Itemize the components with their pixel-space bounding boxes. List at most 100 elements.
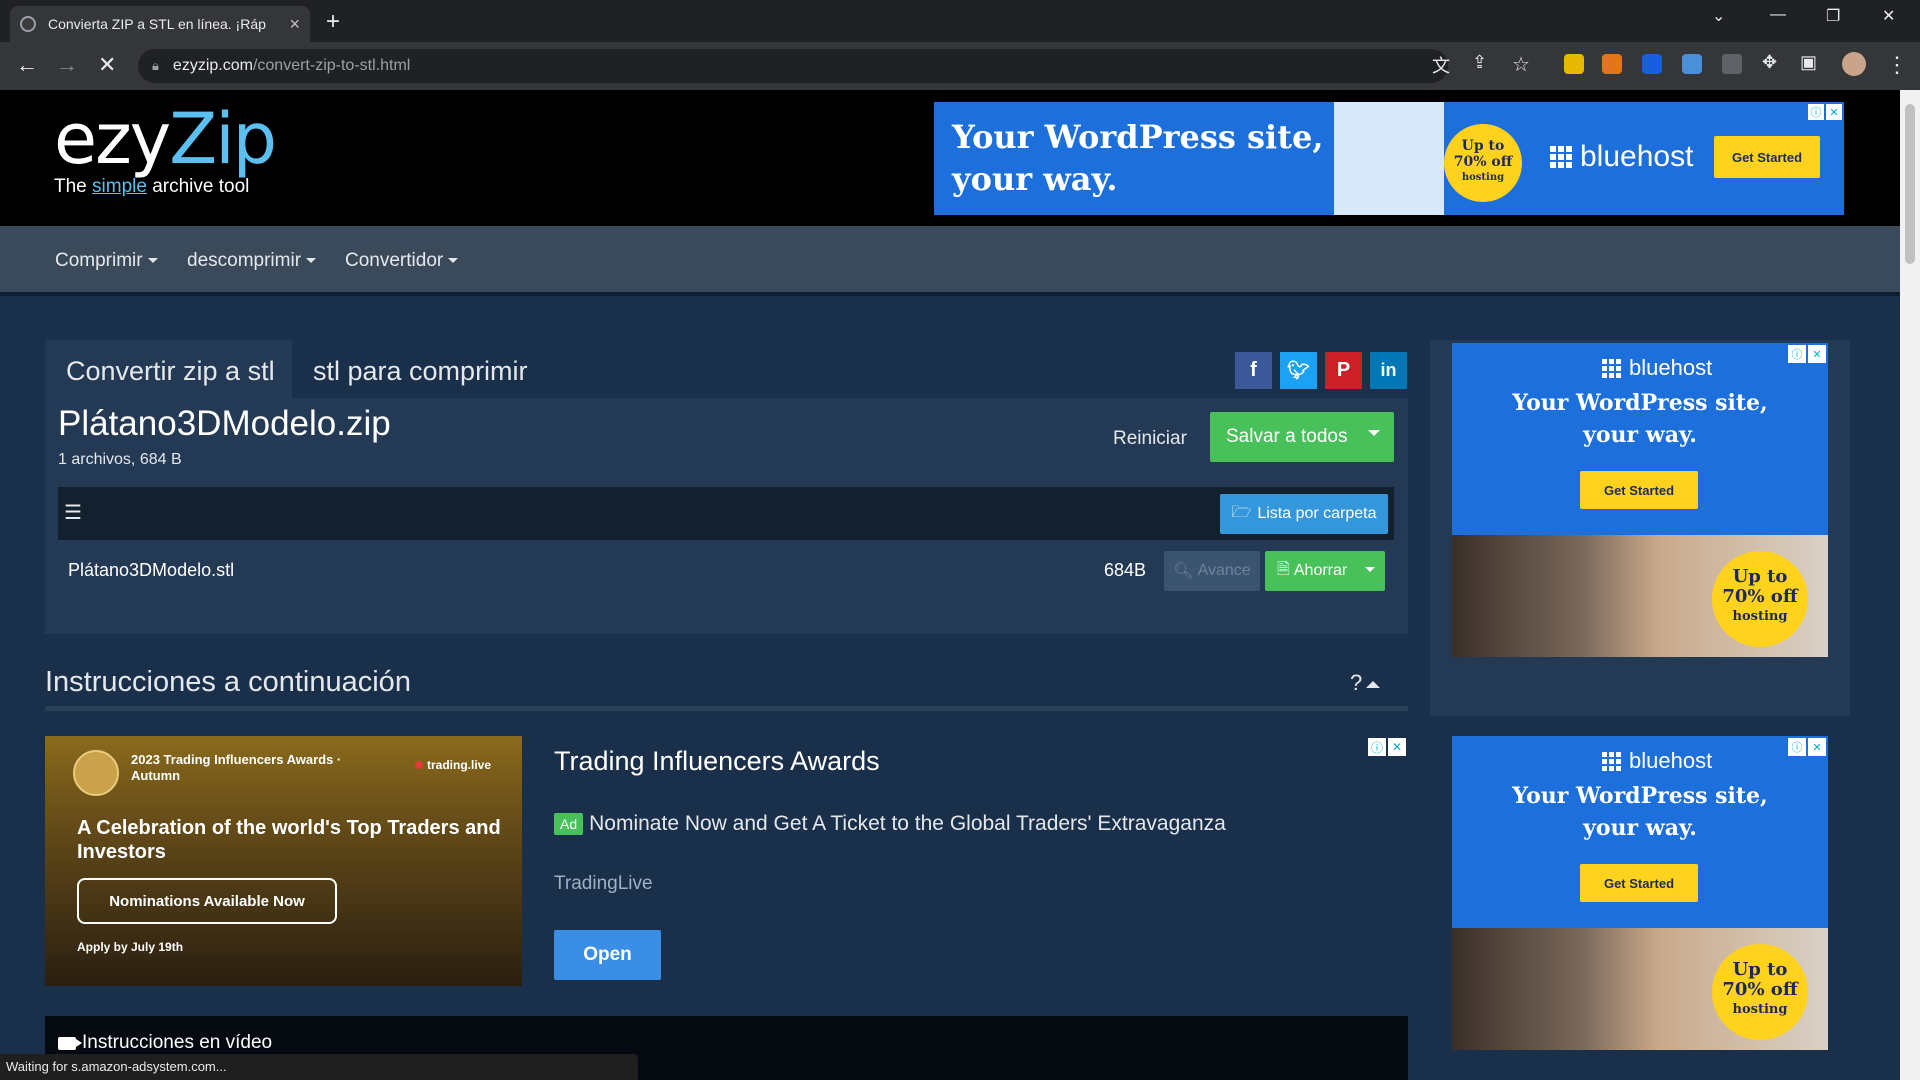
ad-close-icon[interactable]: ✕ <box>1808 738 1826 756</box>
native-ad-open-button[interactable]: Open <box>554 930 661 980</box>
preview-label: Avance <box>1197 562 1251 579</box>
sidebar-ad-1[interactable]: bluehost Your WordPress site, your way. … <box>1452 343 1828 657</box>
profile-avatar[interactable] <box>1842 52 1866 76</box>
extension-1-icon[interactable] <box>1564 54 1584 74</box>
native-ad-image[interactable]: 2023 Trading Influencers Awards · Autumn… <box>45 736 522 986</box>
bluehost-brand: bluehost <box>1629 748 1713 773</box>
scrollbar-thumb[interactable] <box>1905 104 1915 264</box>
site-logo[interactable]: ezyZip The simple archive tool <box>54 104 277 198</box>
minimize-icon[interactable]: — <box>1770 6 1786 24</box>
native-img-cta: Nominations Available Now <box>77 878 337 924</box>
url-host: ezyzip.com <box>172 57 253 74</box>
linkedin-icon[interactable]: in <box>1370 352 1407 389</box>
badge-line2: 70% off <box>1722 586 1798 607</box>
nav-comprimir[interactable]: Comprimir <box>55 250 158 272</box>
restore-icon[interactable]: ❐ <box>1826 6 1840 26</box>
translate-icon[interactable]: 文 <box>1432 52 1450 78</box>
ad-info-icon[interactable]: ⓘ <box>1368 738 1386 756</box>
lock-icon[interactable]: 🔒︎ <box>152 58 159 74</box>
tagline-post: archive tool <box>146 176 250 197</box>
extensions-puzzle-icon[interactable]: ✥ <box>1762 52 1777 73</box>
browser-menu-icon[interactable]: ⋮ <box>1886 52 1908 78</box>
close-window-icon[interactable]: ✕ <box>1882 6 1895 26</box>
download-extension-icon[interactable] <box>1722 54 1742 74</box>
archive-filename: Plátano3DModelo.zip <box>58 404 391 443</box>
reset-button[interactable]: Reiniciar <box>1113 428 1187 450</box>
list-view-icon[interactable]: ☰ <box>64 500 82 525</box>
side-panel-icon[interactable]: ▣ <box>1800 52 1817 73</box>
back-icon[interactable]: ← <box>16 52 38 78</box>
archive-meta: 1 archivos, 684 B <box>58 451 182 468</box>
new-tab-icon[interactable]: + <box>326 8 340 36</box>
bluehost-logo: bluehost <box>1602 748 1712 774</box>
save-file-button[interactable]: 🗎︎ Ahorrar <box>1265 551 1385 591</box>
preview-button[interactable]: 🔍︎ Avance <box>1164 551 1260 591</box>
tab-zip-to-stl[interactable]: Convertir zip a stl <box>45 340 292 398</box>
native-ad-title[interactable]: Trading Influencers Awards <box>554 746 880 777</box>
save-all-button[interactable]: Salvar a todos <box>1210 412 1394 462</box>
nav-convertidor[interactable]: Convertidor <box>345 250 458 272</box>
browser-tab-strip: Convierta ZIP a STL en línea. ¡Ráp × + ⌄… <box>0 0 1920 42</box>
bluehost-banner-ad[interactable]: Your WordPress site, your way. Up to 70%… <box>934 102 1844 215</box>
ad-badge: Ad <box>554 813 584 835</box>
site-header: ezyZip The simple archive tool Your Word… <box>0 90 1900 226</box>
instructions-heading: Instrucciones a continuación <box>45 666 411 698</box>
banner-illustration <box>1334 102 1444 215</box>
file-icon: 🗎︎ <box>1277 560 1290 578</box>
badge-line1: Up to <box>1732 566 1788 587</box>
close-tab-icon[interactable]: × <box>289 14 300 35</box>
tagline-simple: simple <box>92 176 147 197</box>
tab-stl-to-zip[interactable]: stl para comprimir <box>313 356 528 387</box>
metamask-extension-icon[interactable] <box>1602 54 1622 74</box>
native-img-brand: trading.live <box>415 758 491 772</box>
chevron-down-icon[interactable] <box>1368 430 1380 436</box>
instructions-toggle[interactable]: ? <box>1350 670 1381 696</box>
bluehost-logo: bluehost <box>1550 140 1693 174</box>
banner-headline-line2: your way. <box>952 160 1118 198</box>
ad-close-icon[interactable]: ✕ <box>1388 738 1406 756</box>
bitwarden-extension-icon[interactable] <box>1642 54 1662 74</box>
folder-list-button[interactable]: 🗁︎ Lista por carpeta <box>1220 494 1388 534</box>
get-started-button[interactable]: Get Started <box>1580 864 1698 902</box>
forward-icon[interactable]: → <box>56 52 78 78</box>
nav-descomprimir[interactable]: descomprimir <box>187 250 316 272</box>
get-started-button[interactable]: Get Started <box>1580 471 1698 509</box>
address-bar[interactable]: 🔒︎ ezyzip.com/convert-zip-to-stl.html <box>138 49 1448 83</box>
native-ad-choices[interactable]: ⓘ ✕ <box>1368 738 1406 756</box>
bluehost-brand: bluehost <box>1580 140 1694 173</box>
tab-search-chevron-icon[interactable]: ⌄ <box>1712 6 1725 26</box>
ad-close-icon[interactable]: ✕ <box>1808 345 1826 363</box>
sidebar-ad-headline: Your WordPress site, your way. <box>1452 780 1828 844</box>
ad-choices[interactable]: ⓘ ✕ <box>1788 738 1826 756</box>
stop-loading-icon[interactable]: ✕ <box>98 52 116 78</box>
banner-ad-headline: Your WordPress site, your way. <box>952 116 1323 200</box>
browser-tab[interactable]: Convierta ZIP a STL en línea. ¡Ráp × <box>10 6 310 42</box>
bluehost-grid-icon <box>1550 146 1572 168</box>
ad-info-icon[interactable]: ⓘ <box>1788 738 1806 756</box>
bookmark-star-icon[interactable]: ☆ <box>1512 52 1530 77</box>
collapse-caret-icon[interactable] <box>1366 680 1381 688</box>
ad-choices[interactable]: ⓘ ✕ <box>1808 104 1842 120</box>
logo-zip: Zip <box>169 98 277 180</box>
twitter-icon[interactable]: 🐦︎ <box>1280 352 1317 389</box>
native-ad-description: Ad Nominate Now and Get A Ticket to the … <box>554 812 1226 836</box>
get-started-button[interactable]: Get Started <box>1714 136 1820 178</box>
logo-ezy: ezy <box>54 98 171 180</box>
ad-close-icon[interactable]: ✕ <box>1826 104 1842 120</box>
file-size: 684B <box>1104 560 1147 580</box>
ad-choices[interactable]: ⓘ ✕ <box>1788 345 1826 363</box>
chevron-down-icon[interactable] <box>1365 567 1375 572</box>
page-scrollbar[interactable] <box>1900 90 1920 1080</box>
share-icon[interactable]: ⇪ <box>1472 52 1487 73</box>
extension-4-icon[interactable] <box>1682 54 1702 74</box>
badge-line3: hosting <box>1461 172 1505 183</box>
ad-info-icon[interactable]: ⓘ <box>1808 104 1824 120</box>
sidebar-ad-2[interactable]: bluehost Your WordPress site, your way. … <box>1452 736 1828 1050</box>
ad-info-icon[interactable]: ⓘ <box>1788 345 1806 363</box>
native-ad-advertiser: TradingLive <box>554 873 653 894</box>
pinterest-icon[interactable]: P <box>1325 352 1362 389</box>
sidebar-ad-headline: Your WordPress site, your way. <box>1452 387 1828 451</box>
save-file-label: Ahorrar <box>1293 562 1348 579</box>
help-label: ? <box>1350 670 1363 695</box>
facebook-icon[interactable]: f <box>1235 352 1272 389</box>
